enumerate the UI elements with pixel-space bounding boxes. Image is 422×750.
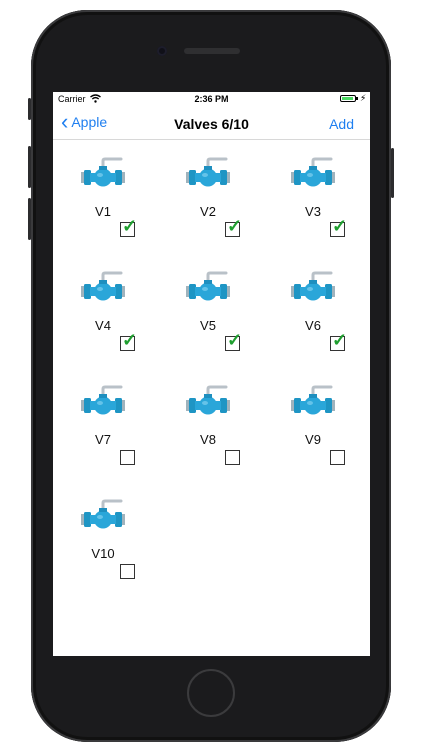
valve-item[interactable]: V6 ✓	[263, 254, 368, 364]
valve-checkbox[interactable]: ✓	[225, 331, 242, 351]
valve-label: V4	[95, 318, 111, 333]
valve-label: V9	[305, 432, 321, 447]
volume-up-button	[28, 146, 31, 188]
status-bar: Carrier 2:36 PM ⚡︎	[53, 92, 370, 107]
checkmark-icon: ✓	[227, 216, 243, 236]
valve-icon	[186, 156, 230, 190]
valve-item[interactable]: V10	[53, 482, 158, 592]
add-button[interactable]: Add	[329, 116, 354, 132]
valve-label: V10	[91, 546, 115, 561]
valve-checkbox[interactable]: ✓	[120, 217, 137, 237]
valve-checkbox[interactable]: ✓	[225, 217, 242, 237]
valve-label: V2	[200, 204, 216, 219]
volume-down-button	[28, 198, 31, 240]
valve-label: V6	[305, 318, 321, 333]
battery-icon	[340, 95, 356, 102]
valve-icon	[81, 270, 125, 304]
checkmark-icon: ✓	[122, 216, 138, 236]
valve-item[interactable]: V4 ✓	[53, 254, 158, 364]
valve-checkbox[interactable]	[225, 450, 240, 465]
valve-icon	[81, 156, 125, 190]
valve-icon	[81, 498, 125, 532]
valve-item[interactable]: V8	[158, 368, 263, 478]
valve-checkbox[interactable]: ✓	[330, 331, 347, 351]
power-button	[391, 148, 394, 198]
valve-icon	[186, 270, 230, 304]
valve-icon	[291, 270, 335, 304]
home-button[interactable]	[187, 669, 235, 717]
checkmark-icon: ✓	[227, 330, 243, 350]
valve-label: V5	[200, 318, 216, 333]
valve-icon	[291, 384, 335, 418]
valve-checkbox[interactable]: ✓	[330, 217, 347, 237]
valve-checkbox[interactable]: ✓	[120, 331, 137, 351]
valve-checkbox[interactable]	[120, 450, 135, 465]
checkmark-icon: ✓	[332, 330, 348, 350]
valve-label: V8	[200, 432, 216, 447]
valve-item[interactable]: V7	[53, 368, 158, 478]
status-time: 2:36 PM	[194, 94, 229, 104]
valve-item[interactable]: V9	[263, 368, 368, 478]
battery-cap	[356, 97, 358, 100]
valve-icon	[186, 384, 230, 418]
valve-label: V7	[95, 432, 111, 447]
page-title: Valves 6/10	[174, 116, 249, 132]
valve-checkbox[interactable]	[120, 564, 135, 579]
valve-label: V3	[305, 204, 321, 219]
valve-item[interactable]: V2 ✓	[158, 140, 263, 250]
battery-level	[342, 97, 353, 100]
valve-item[interactable]: V3 ✓	[263, 140, 368, 250]
app-screen: Carrier 2:36 PM ⚡︎ ‹ Apple Valves 6/10 A…	[53, 92, 370, 656]
checkmark-icon: ✓	[332, 216, 348, 236]
navigation-bar: ‹ Apple Valves 6/10 Add	[53, 107, 370, 140]
charging-bolt-icon: ⚡︎	[360, 93, 367, 103]
valve-item[interactable]: V5 ✓	[158, 254, 263, 364]
mute-switch	[28, 98, 31, 120]
earpiece-speaker	[184, 48, 240, 54]
checkmark-icon: ✓	[122, 330, 138, 350]
valve-icon	[81, 384, 125, 418]
valve-icon	[291, 156, 335, 190]
front-camera	[157, 46, 167, 56]
valve-checkbox[interactable]	[330, 450, 345, 465]
valve-label: V1	[95, 204, 111, 219]
valve-item[interactable]: V1 ✓	[53, 140, 158, 250]
